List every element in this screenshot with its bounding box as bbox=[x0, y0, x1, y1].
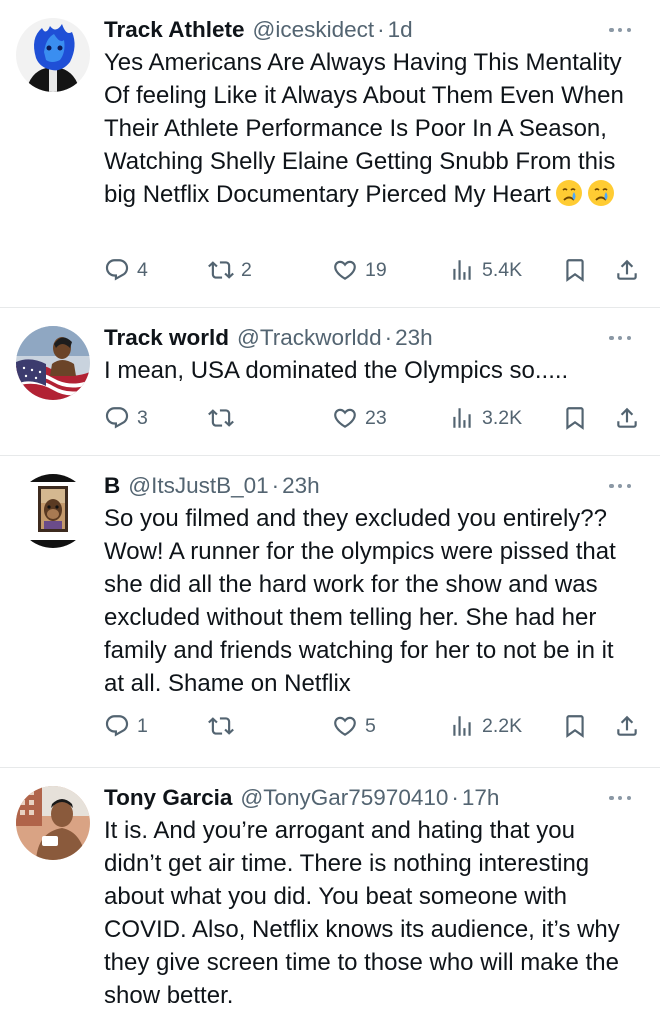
user-handle[interactable]: @ItsJustB_01 bbox=[128, 470, 268, 502]
reply-icon bbox=[105, 407, 129, 429]
bookmark-icon bbox=[566, 259, 584, 282]
tweet-header: B @ItsJustB_01 · 23h bbox=[104, 470, 634, 502]
reply-count: 1 bbox=[137, 714, 148, 737]
share-button[interactable] bbox=[614, 254, 640, 286]
timestamp[interactable]: 23h bbox=[282, 470, 320, 502]
display-name[interactable]: Track Athlete bbox=[104, 14, 244, 46]
retweet-button[interactable] bbox=[208, 710, 241, 742]
tweet[interactable]: Track Athlete @iceskidect · 1d Yes Ameri… bbox=[0, 0, 660, 308]
display-name[interactable]: Tony Garcia bbox=[104, 782, 232, 814]
heart-icon bbox=[334, 260, 356, 280]
like-count: 23 bbox=[365, 406, 387, 429]
man-selfie-avatar-icon bbox=[16, 786, 90, 860]
views-button[interactable]: 3.2K bbox=[449, 402, 522, 434]
like-button[interactable]: 23 bbox=[332, 402, 387, 434]
reply-button[interactable]: 1 bbox=[104, 710, 148, 742]
tweet-content: Track Athlete @iceskidect · 1d Yes Ameri… bbox=[104, 14, 634, 211]
tweet-content: B @ItsJustB_01 · 23h So you filmed and t… bbox=[104, 470, 634, 700]
views-count: 5.4K bbox=[482, 258, 523, 281]
tweet-actions: 4 2 19 5.4K bbox=[104, 254, 640, 286]
like-count: 5 bbox=[365, 714, 376, 737]
views-button[interactable]: 5.4K bbox=[449, 254, 522, 286]
separator-dot: · bbox=[377, 17, 385, 42]
reply-button[interactable]: 3 bbox=[104, 402, 148, 434]
share-icon bbox=[617, 259, 637, 280]
share-icon bbox=[617, 407, 637, 428]
crying-face-emoji-icon bbox=[555, 180, 582, 206]
heart-icon bbox=[334, 408, 356, 428]
tweet-content: Track world @Trackworldd · 23h I mean, U… bbox=[104, 322, 634, 387]
tweet-text: So you filmed and they excluded you enti… bbox=[104, 505, 616, 697]
athlete-with-flag-avatar-icon bbox=[16, 326, 90, 400]
views-bar-chart-icon bbox=[453, 716, 471, 736]
avatar[interactable] bbox=[16, 474, 90, 548]
separator-dot: · bbox=[451, 785, 459, 810]
tweet[interactable]: B @ItsJustB_01 · 23h So you filmed and t… bbox=[0, 456, 660, 768]
tweet[interactable]: Track world @Trackworldd · 23h I mean, U… bbox=[0, 308, 660, 456]
timestamp[interactable]: 1d bbox=[388, 14, 413, 46]
crying-face-emoji-icon bbox=[587, 180, 614, 206]
retweet-icon bbox=[208, 261, 234, 279]
tweet-header: Track Athlete @iceskidect · 1d bbox=[104, 14, 634, 46]
separator-dot: · bbox=[271, 473, 280, 498]
more-options-icon[interactable] bbox=[606, 326, 634, 350]
more-options-icon[interactable] bbox=[606, 474, 634, 498]
bookmark-button[interactable] bbox=[562, 710, 588, 742]
tweet-header: Track world @Trackworldd · 23h bbox=[104, 322, 634, 354]
views-count: 3.2K bbox=[482, 406, 523, 429]
tweet-text: I mean, USA dominated the Olympics so...… bbox=[104, 357, 569, 384]
avatar[interactable] bbox=[16, 786, 90, 860]
views-bar-chart-icon bbox=[453, 408, 471, 428]
views-count: 2.2K bbox=[482, 714, 523, 737]
reply-button[interactable]: 4 bbox=[104, 254, 148, 286]
retweet-count: 2 bbox=[241, 258, 252, 281]
blue-flame-face-avatar-icon bbox=[16, 18, 90, 92]
retweet-icon bbox=[208, 409, 234, 427]
reply-icon bbox=[105, 259, 129, 281]
timestamp[interactable]: 17h bbox=[462, 782, 500, 814]
display-name[interactable]: Track world bbox=[104, 322, 229, 354]
reply-count: 3 bbox=[137, 406, 148, 429]
framed-ape-avatar-icon bbox=[16, 474, 90, 548]
bookmark-icon bbox=[566, 407, 584, 430]
separator-dot: · bbox=[384, 325, 393, 350]
share-button[interactable] bbox=[614, 402, 640, 434]
retweet-icon bbox=[208, 717, 234, 735]
user-handle[interactable]: @iceskidect bbox=[252, 14, 374, 46]
views-bar-chart-icon bbox=[453, 260, 471, 280]
timestamp[interactable]: 23h bbox=[395, 322, 433, 354]
tweet-actions: 1 5 2.2K bbox=[104, 710, 640, 742]
bookmark-button[interactable] bbox=[562, 254, 588, 286]
avatar[interactable] bbox=[16, 18, 90, 92]
timeline-feed: Track Athlete @iceskidect · 1d Yes Ameri… bbox=[0, 0, 660, 1024]
reply-icon bbox=[105, 715, 129, 737]
tweet[interactable]: Tony Garcia @TonyGar75970410 · 17h It is… bbox=[0, 768, 660, 1024]
retweet-button[interactable] bbox=[208, 402, 241, 434]
bookmark-button[interactable] bbox=[562, 402, 588, 434]
share-icon bbox=[617, 715, 637, 736]
views-button[interactable]: 2.2K bbox=[449, 710, 522, 742]
tweet-header: Tony Garcia @TonyGar75970410 · 17h bbox=[104, 782, 634, 814]
retweet-button[interactable]: 2 bbox=[208, 254, 252, 286]
share-button[interactable] bbox=[614, 710, 640, 742]
heart-icon bbox=[334, 716, 356, 736]
like-count: 19 bbox=[365, 258, 387, 281]
tweet-actions: 3 23 3.2K bbox=[104, 402, 640, 434]
user-handle[interactable]: @Trackworldd bbox=[237, 322, 382, 354]
reply-count: 4 bbox=[137, 258, 148, 281]
like-button[interactable]: 19 bbox=[332, 254, 387, 286]
avatar[interactable] bbox=[16, 326, 90, 400]
display-name[interactable]: B bbox=[104, 470, 120, 502]
user-handle[interactable]: @TonyGar75970410 bbox=[240, 782, 448, 814]
like-button[interactable]: 5 bbox=[332, 710, 376, 742]
bookmark-icon bbox=[566, 715, 584, 738]
tweet-text: Yes Americans Are Always Having This Men… bbox=[104, 46, 634, 211]
more-options-icon[interactable] bbox=[606, 18, 634, 42]
more-options-icon[interactable] bbox=[606, 786, 634, 810]
tweet-text-body: Yes Americans Are Always Having This Men… bbox=[104, 49, 624, 208]
tweet-text: It is. And you’re arrogant and hating th… bbox=[104, 817, 620, 1009]
tweet-content: Tony Garcia @TonyGar75970410 · 17h It is… bbox=[104, 782, 634, 1012]
